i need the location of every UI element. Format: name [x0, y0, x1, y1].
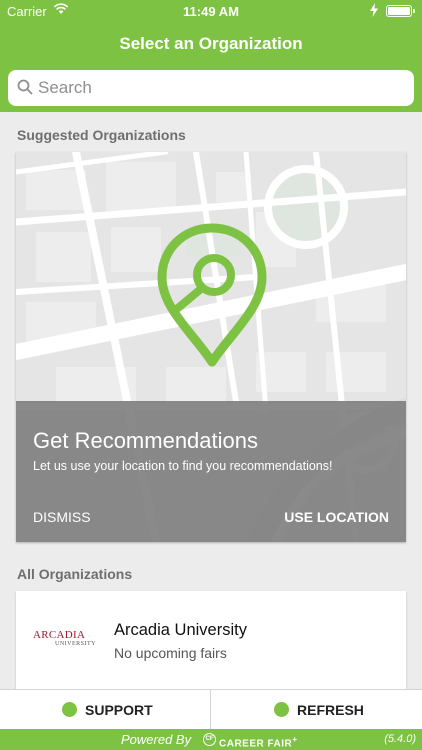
logo-text: ARCADIA — [33, 629, 86, 641]
footer: Powered By CF CAREER FAIR+ (5.4.0) — [0, 729, 422, 750]
career-fair-brand: CAREER FAIR+ — [219, 734, 298, 749]
organization-name: Arcadia University — [114, 621, 247, 639]
organization-status: No upcoming fairs — [114, 645, 227, 661]
career-fair-logo-icon: CF — [203, 733, 216, 746]
search-input[interactable] — [38, 70, 406, 106]
organization-list-item[interactable]: ARCADIA UNIVERSITY Arcadia University No… — [16, 591, 406, 691]
support-dot-icon — [62, 702, 77, 717]
arcadia-logo: ARCADIA UNIVERSITY — [33, 629, 97, 655]
dismiss-button[interactable]: DISMISS — [33, 509, 91, 525]
refresh-label: REFRESH — [297, 702, 364, 718]
battery-icon — [386, 5, 415, 17]
refresh-dot-icon — [274, 702, 289, 717]
suggested-organizations-heading: Suggested Organizations — [17, 127, 186, 143]
all-organizations-heading: All Organizations — [17, 566, 133, 582]
logo-subtext: UNIVERSITY — [55, 641, 96, 647]
recommendation-overlay: Get Recommendations Let us use your loca… — [16, 401, 406, 542]
recommendations-card: Get Recommendations Let us use your loca… — [16, 152, 406, 542]
clock: 11:49 AM — [183, 4, 239, 19]
search-bar[interactable] — [8, 70, 414, 106]
use-location-button[interactable]: USE LOCATION — [284, 509, 389, 525]
recommendation-title: Get Recommendations — [33, 428, 258, 453]
location-pin-icon — [157, 223, 267, 367]
status-bar: Carrier 11:49 AM — [0, 0, 422, 22]
bottom-toolbar: SUPPORT REFRESH — [0, 689, 422, 730]
brand-name: CAREER FAIR — [219, 738, 293, 750]
support-button[interactable]: SUPPORT — [0, 690, 210, 730]
recommendation-subtitle: Let us use your location to find you rec… — [33, 459, 333, 473]
brand-mark: + — [292, 734, 298, 744]
support-label: SUPPORT — [85, 702, 153, 718]
header: Carrier 11:49 AM Select an Organization — [0, 0, 422, 112]
charging-icon — [370, 3, 378, 17]
refresh-button[interactable]: REFRESH — [211, 690, 421, 730]
app-version: (5.4.0) — [384, 733, 416, 745]
powered-by-text: Powered By — [121, 732, 192, 747]
page-title: Select an Organization — [119, 34, 303, 53]
search-icon — [17, 79, 33, 95]
